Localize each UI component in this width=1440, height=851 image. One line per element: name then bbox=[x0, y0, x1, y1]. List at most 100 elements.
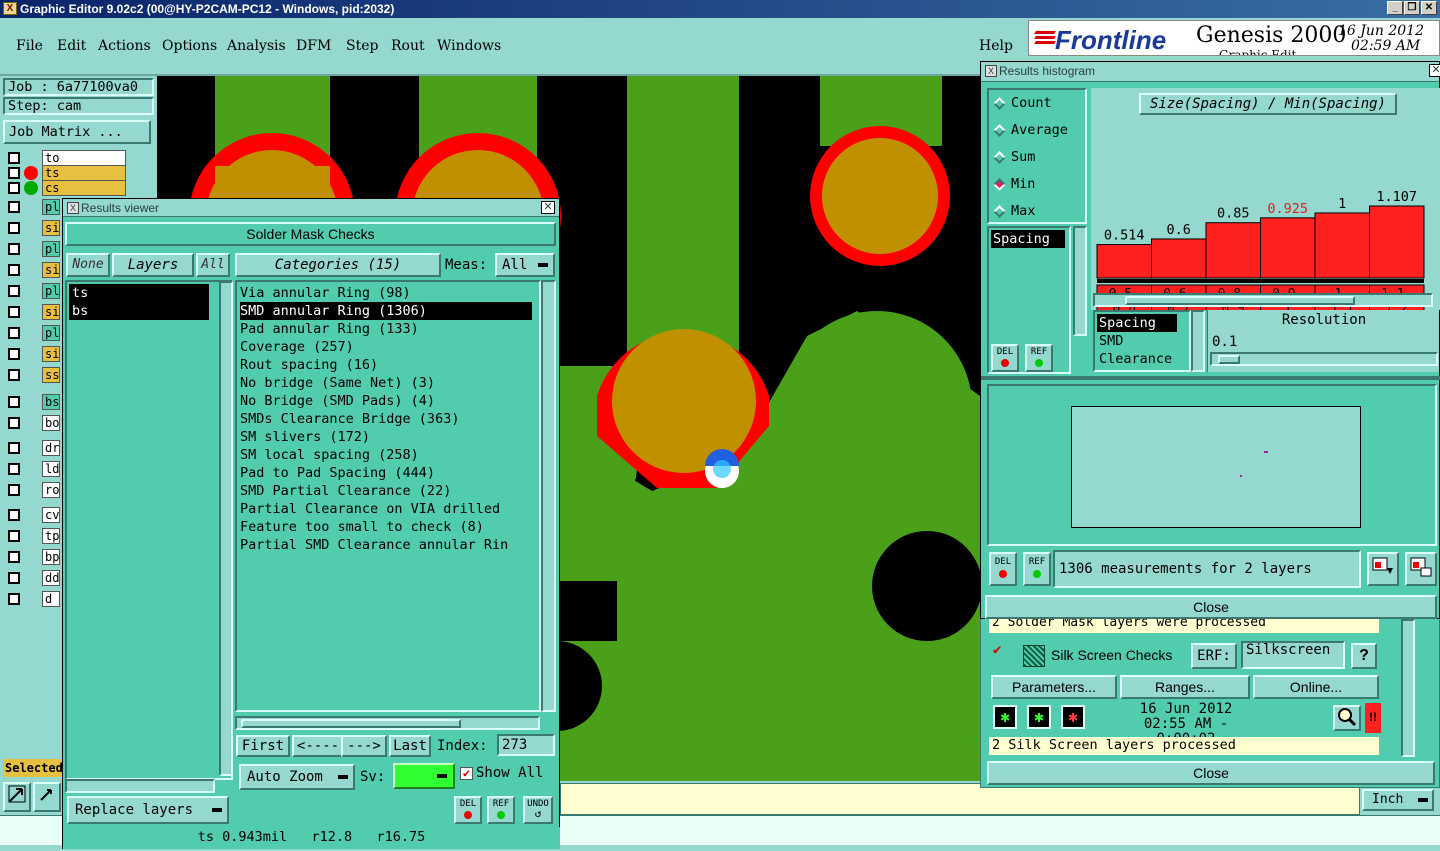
layer-checkbox[interactable] bbox=[8, 264, 20, 276]
alert-icon[interactable]: !! bbox=[1365, 703, 1381, 733]
maximize-button[interactable]: ❐ bbox=[1404, 1, 1420, 15]
layer-checkbox[interactable] bbox=[8, 152, 20, 164]
erf-button[interactable]: ERF: bbox=[1191, 643, 1237, 669]
layer-name[interactable]: cv bbox=[42, 507, 60, 523]
mode-radio-average[interactable]: Average bbox=[989, 117, 1085, 144]
category-list-item[interactable]: SMDs Clearance Bridge (363) bbox=[240, 410, 532, 428]
categories-hscrollbar[interactable] bbox=[235, 716, 540, 730]
first-button[interactable]: First bbox=[236, 735, 290, 757]
attr-scrollbar[interactable] bbox=[1073, 226, 1087, 336]
mode-radio-sum[interactable]: Sum bbox=[989, 144, 1085, 171]
zoom-area-icon[interactable] bbox=[3, 782, 31, 812]
layers-listbox[interactable]: ts bs bbox=[65, 280, 233, 780]
menu-options[interactable]: Options bbox=[162, 38, 217, 54]
menu-help[interactable]: Help bbox=[979, 38, 1013, 54]
category-list-item[interactable]: No Bridge (SMD Pads) (4) bbox=[240, 392, 532, 410]
layer-name[interactable]: dd bbox=[42, 570, 60, 586]
layer-checkbox[interactable] bbox=[8, 243, 20, 255]
layer-checkbox[interactable] bbox=[8, 551, 20, 563]
histogram-close-button[interactable]: Close bbox=[985, 595, 1437, 619]
next-button[interactable]: ---> bbox=[341, 735, 387, 757]
categories-listbox[interactable]: Via annular Ring (98) SMD annular Ring (1… bbox=[235, 280, 541, 712]
layer-checkbox[interactable] bbox=[8, 285, 20, 297]
categories-scrollbar[interactable] bbox=[541, 280, 556, 712]
checks-close-button[interactable]: Close bbox=[987, 761, 1435, 785]
checks-scrollbar[interactable] bbox=[1401, 619, 1415, 757]
parameters-button[interactable]: Parameters... bbox=[991, 675, 1117, 699]
category-list-item[interactable]: Partial SMD Clearance annular Rin bbox=[240, 536, 532, 554]
layer-name[interactable]: si bbox=[42, 220, 60, 236]
layers-scrollbar[interactable] bbox=[219, 281, 233, 776]
category-list-item[interactable]: SM slivers (172) bbox=[240, 428, 532, 446]
menu-actions[interactable]: Actions bbox=[98, 38, 151, 54]
export-chart-icon[interactable] bbox=[1367, 552, 1399, 586]
attr-list-item[interactable]: Spacing bbox=[991, 230, 1065, 248]
resolution-slider[interactable] bbox=[1210, 352, 1438, 366]
layer-checkbox[interactable] bbox=[8, 327, 20, 339]
chart-settings-icon[interactable] bbox=[1405, 552, 1437, 586]
meas-del-button[interactable]: DEL bbox=[989, 552, 1017, 586]
layer-name[interactable]: pl bbox=[42, 241, 60, 257]
mode-radio-count[interactable]: Count bbox=[989, 90, 1085, 117]
group-list-item[interactable]: Clearance bbox=[1097, 350, 1177, 368]
ranges-button[interactable]: Ranges... bbox=[1120, 675, 1250, 699]
category-list-item[interactable]: Pad to Pad Spacing (444) bbox=[240, 464, 532, 482]
mode-radio-max[interactable]: Max bbox=[989, 198, 1085, 225]
layer-checkbox[interactable] bbox=[8, 222, 20, 234]
layer-list-item[interactable]: bs bbox=[69, 302, 209, 320]
layer-checkbox[interactable] bbox=[8, 167, 20, 179]
layer-checkbox[interactable] bbox=[8, 572, 20, 584]
layer-checkbox[interactable] bbox=[8, 509, 20, 521]
layers-hscrollbar[interactable] bbox=[65, 779, 215, 793]
histogram-bar[interactable] bbox=[1096, 244, 1152, 279]
run-icon[interactable]: ✱ bbox=[993, 705, 1017, 729]
category-list-item[interactable]: Pad annular Ring (133) bbox=[240, 320, 532, 338]
online-button[interactable]: Online... bbox=[1253, 675, 1379, 699]
menu-windows[interactable]: Windows bbox=[437, 38, 501, 54]
category-list-item[interactable]: Coverage (257) bbox=[240, 338, 532, 356]
layer-name[interactable]: si bbox=[42, 346, 60, 362]
all-button[interactable]: All bbox=[196, 253, 230, 277]
category-list-item[interactable]: No bridge (Same Net) (3) bbox=[240, 374, 532, 392]
histogram-bar[interactable] bbox=[1151, 238, 1207, 279]
layer-checkbox[interactable] bbox=[8, 417, 20, 429]
results-viewer-close-icon[interactable]: ✕ bbox=[541, 201, 555, 214]
preview-frame[interactable] bbox=[1071, 406, 1361, 528]
undo-button[interactable]: UNDO ↺ bbox=[523, 796, 553, 824]
auto-zoom-select[interactable]: Auto Zoom bbox=[239, 764, 355, 790]
layer-checkbox[interactable] bbox=[8, 182, 20, 194]
histogram-hscrollbar[interactable] bbox=[1093, 293, 1433, 307]
replace-layers-select[interactable]: Replace layers bbox=[67, 796, 229, 824]
hist-del-button[interactable]: DEL bbox=[991, 344, 1019, 372]
layer-name[interactable]: ro bbox=[42, 482, 60, 498]
layer-checkbox[interactable] bbox=[8, 348, 20, 360]
histogram-bar[interactable] bbox=[1369, 205, 1425, 279]
job-matrix-button[interactable]: Job Matrix ... bbox=[3, 120, 151, 144]
group-scrollbar[interactable] bbox=[1191, 310, 1205, 372]
none-button[interactable]: None bbox=[66, 253, 110, 277]
layer-name[interactable]: tp bbox=[42, 528, 60, 544]
layer-list-item[interactable]: ts bbox=[69, 284, 209, 302]
category-list-item[interactable]: SM local spacing (258) bbox=[240, 446, 532, 464]
layer-name[interactable]: pl bbox=[42, 283, 60, 299]
layer-checkbox[interactable] bbox=[8, 396, 20, 408]
run-all-icon[interactable]: ✱ bbox=[1027, 705, 1051, 729]
layer-name[interactable]: si bbox=[42, 262, 60, 278]
zoom-results-icon[interactable] bbox=[1333, 705, 1361, 731]
histogram-close-icon[interactable]: ✕ bbox=[1429, 64, 1440, 77]
category-list-item[interactable]: SMD annular Ring (1306) bbox=[240, 302, 532, 320]
category-list-item[interactable]: Rout spacing (16) bbox=[240, 356, 532, 374]
layer-checkbox[interactable] bbox=[8, 463, 20, 475]
menu-edit[interactable]: Edit bbox=[57, 38, 86, 54]
layer-checkbox[interactable] bbox=[8, 369, 20, 381]
mode-radio-min[interactable]: Min bbox=[989, 171, 1085, 198]
layer-checkbox[interactable] bbox=[8, 484, 20, 496]
layer-name[interactable]: pl bbox=[42, 199, 60, 215]
menu-step[interactable]: Step bbox=[346, 38, 378, 54]
index-input[interactable]: 273 bbox=[497, 734, 555, 756]
del-button[interactable]: DEL bbox=[454, 796, 482, 824]
meas-ref-button[interactable]: REF bbox=[1023, 552, 1051, 586]
menu-rout[interactable]: Rout bbox=[391, 38, 425, 54]
histogram-bar[interactable] bbox=[1314, 212, 1370, 279]
layer-row[interactable]: cs bbox=[6, 180, 126, 197]
